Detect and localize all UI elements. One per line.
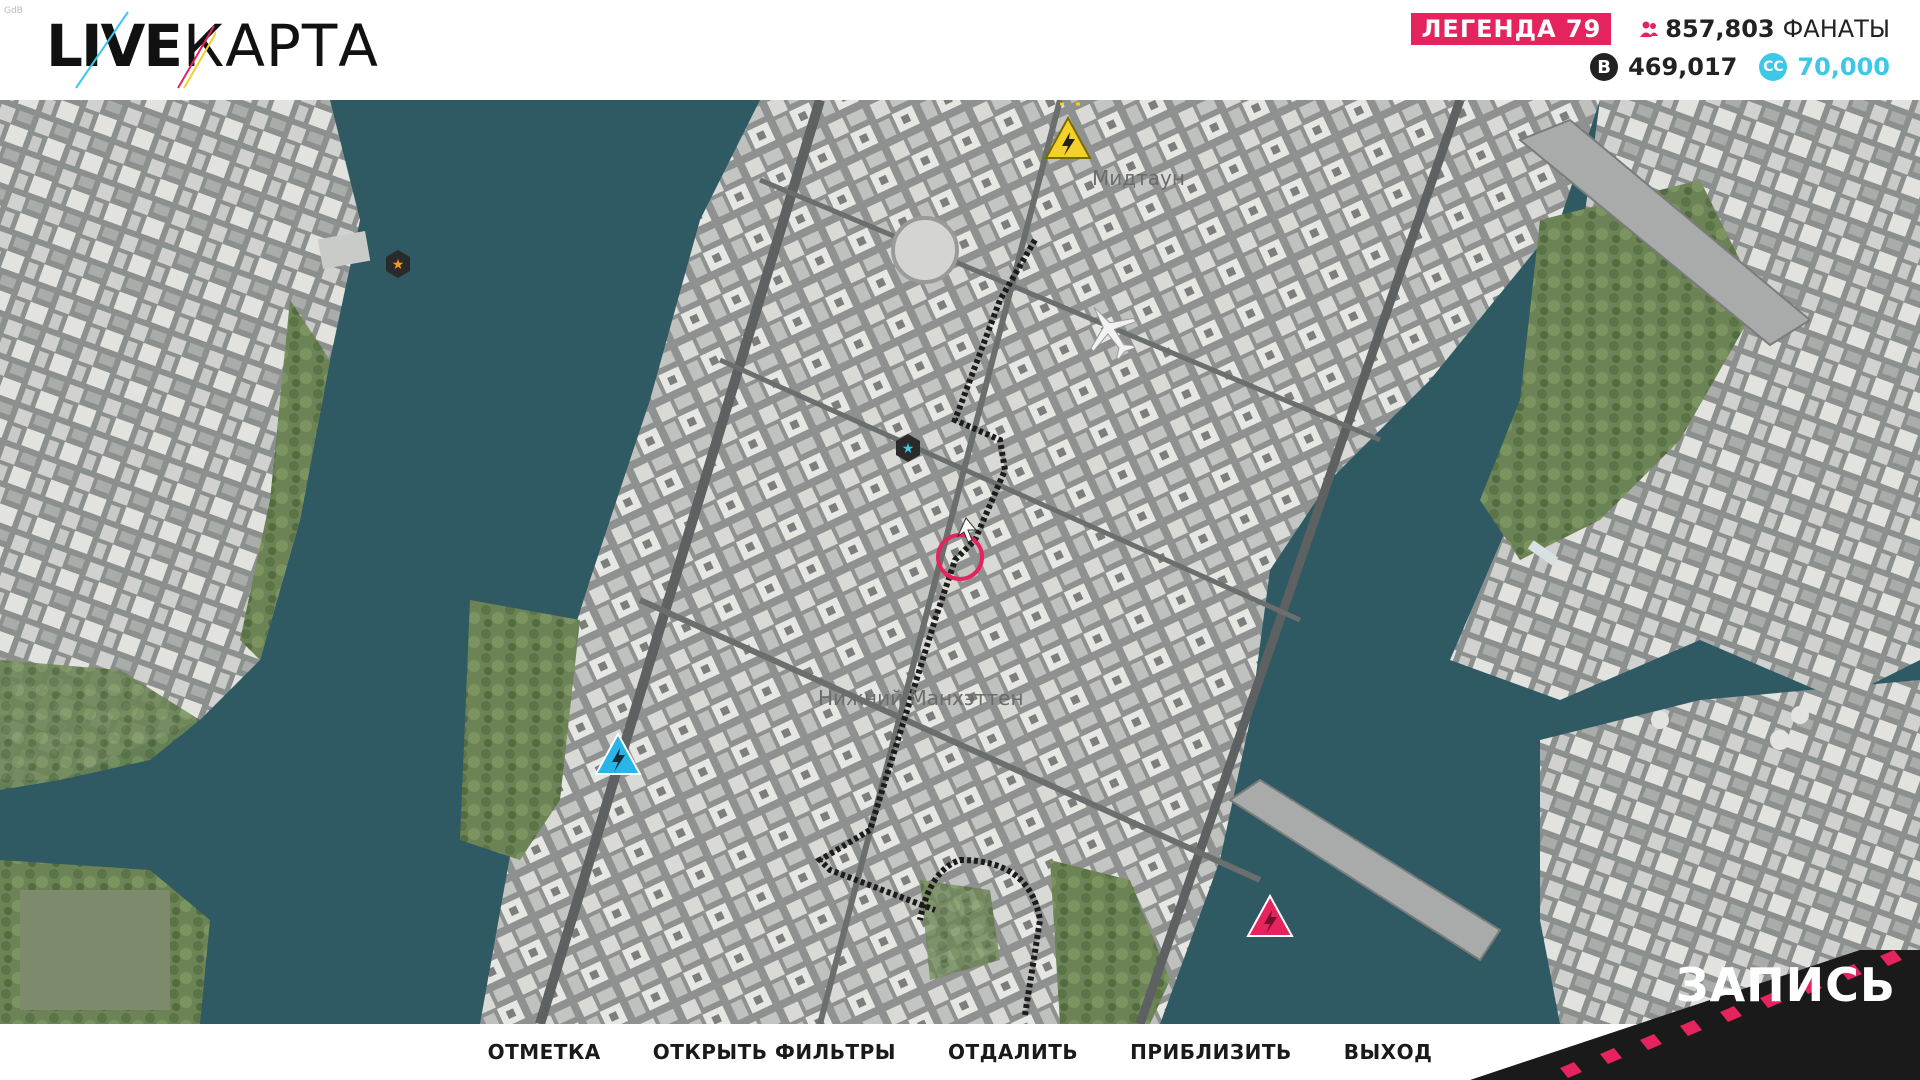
fans-icon [1640,21,1659,37]
map-canvas[interactable]: ★ ★ [0,100,1920,1024]
exit-button[interactable]: ВЫХОД [1344,1040,1433,1064]
svg-text:★: ★ [902,441,915,457]
top-bar: GdB LIVE КАРТА ЛЕГЕНДА 79 857,803 ФАНАТЫ [0,0,1920,100]
record-banner: ЗАПИСЬ [1450,950,1920,1080]
city-map[interactable]: ★ ★ Мидтаун Нижний Манхэттен [0,100,1920,1024]
bucks-counter: B 469,017 [1590,53,1737,81]
fans-count: 857,803 [1665,15,1775,43]
zoom-out-button[interactable]: ОТДАЛИТЬ [948,1040,1078,1064]
open-filters-button[interactable]: ОТКРЫТЬ ФИЛЬТРЫ [653,1040,896,1064]
cc-icon: CC [1759,53,1788,81]
logo-slash-icon [75,11,216,89]
cc-counter: CC 70,000 [1759,53,1890,81]
livemap-logo: LIVE КАРТА [46,11,379,89]
legend-level-badge: ЛЕГЕНДА 79 [1411,13,1612,45]
record-label: ЗАПИСЬ [1675,958,1896,1012]
mark-button[interactable]: ОТМЕТКА [488,1040,601,1064]
zoom-in-button[interactable]: ПРИБЛИЗИТЬ [1130,1040,1292,1064]
svg-text:★: ★ [392,257,405,273]
corner-label: GdB [4,6,23,16]
fans-label: ФАНАТЫ [1782,15,1890,43]
district-label-lower-manhattan: Нижний Манхэттен [818,686,1024,710]
bucks-value: 469,017 [1628,53,1738,81]
fans-counter: 857,803 ФАНАТЫ [1639,15,1890,43]
player-stats: ЛЕГЕНДА 79 857,803 ФАНАТЫ B 469,017 CC 7… [1411,12,1890,88]
district-label-midtown: Мидтаун [1092,166,1185,190]
cc-value: 70,000 [1797,53,1890,81]
bucks-icon: B [1590,53,1619,81]
